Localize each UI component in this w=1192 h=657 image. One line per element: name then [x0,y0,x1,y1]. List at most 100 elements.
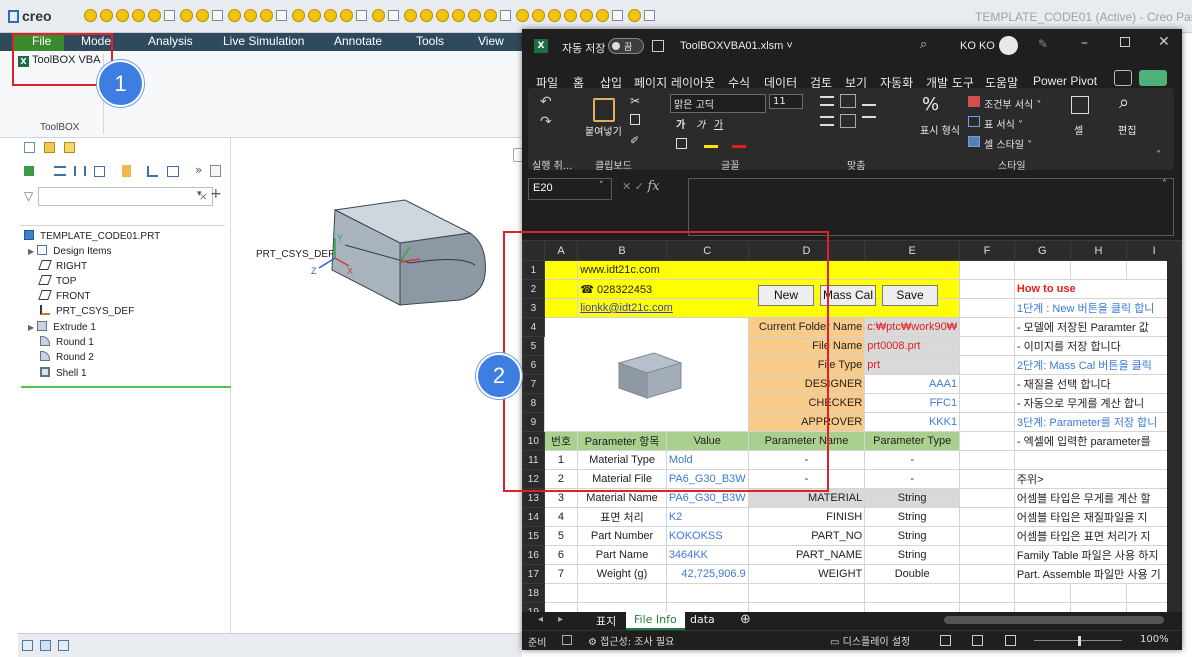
param-type[interactable]: - [864,450,961,470]
cell[interactable] [1069,260,1128,280]
toolbar-icon[interactable] [212,10,223,21]
tab-power-pivot[interactable]: Power Pivot [1033,74,1097,88]
folder-browser-tab-icon[interactable] [44,142,55,153]
howto-line[interactable]: 어셈블 타입은 재질파일을 지 [1013,507,1182,527]
param-name[interactable]: PART_NAME [747,545,866,565]
info-value[interactable]: KKK1 [864,412,961,432]
align-top-icon[interactable] [820,96,834,106]
save-icon[interactable] [652,40,664,52]
smiley-icon[interactable] [260,9,273,22]
smiley-icon[interactable] [628,9,641,22]
smiley-icon[interactable] [548,9,561,22]
page-layout-view-icon[interactable] [972,635,983,646]
italic-icon[interactable]: 가 [696,116,705,131]
horizontal-scrollbar[interactable] [944,616,1164,624]
align-left-icon[interactable] [820,116,834,126]
maximize-icon[interactable] [1120,37,1130,47]
cell[interactable] [959,583,1015,603]
smiley-icon[interactable] [116,9,129,22]
howto-line[interactable]: Family Table 파일은 사용 하지 [1013,545,1182,565]
file-name[interactable]: ToolBOXVBA01.xlsm ˅ [680,40,793,52]
column-header[interactable]: G [1013,240,1071,261]
cell[interactable] [959,412,1015,432]
expand-arrow-icon[interactable]: ▶ [28,247,34,256]
bold-icon[interactable]: 가 [676,116,685,131]
info-value[interactable]: FFC1 [864,393,961,413]
expand-formula-icon[interactable]: ˄ [1162,179,1167,190]
cell[interactable] [665,602,749,612]
smiley-icon[interactable] [564,9,577,22]
format-painter-icon[interactable]: ✐ [630,134,639,147]
border-icon[interactable] [676,138,687,149]
magnify-icon[interactable]: ⌕ [1119,92,1129,113]
cancel-check-icons[interactable]: ✕ ✓ [622,180,647,193]
cell[interactable] [959,526,1015,546]
smiley-icon[interactable] [468,9,481,22]
info-value[interactable]: AAA1 [864,374,961,394]
cell[interactable] [959,450,1015,470]
model-tree-tab-icon[interactable] [24,142,35,153]
table-format-button[interactable]: 표 서식 ˅ [984,116,1023,131]
row-header[interactable]: 15 [522,526,545,546]
menu-live-simulation[interactable]: Live Simulation [223,34,304,48]
param-no[interactable]: 5 [543,526,579,546]
howto-line[interactable]: 어셈블 타입은 표면 처리가 지 [1013,526,1182,546]
cell[interactable] [1013,583,1071,603]
smiley-icon[interactable] [372,9,385,22]
favorites-tab-icon[interactable] [64,142,75,153]
smiley-icon[interactable] [84,9,97,22]
cell[interactable] [959,507,1015,527]
cell[interactable] [1069,602,1128,612]
minimize-icon[interactable]: – [1081,35,1088,51]
tree-item-design-items[interactable]: ▶ Design Items [28,245,112,257]
column-header[interactable]: E [864,240,961,261]
tree-filter-icon[interactable] [94,166,105,177]
row-header[interactable]: 16 [522,545,545,565]
cell[interactable] [959,355,1015,375]
howto-line[interactable]: - 이미지를 저장 합니다 [1013,336,1182,356]
cell[interactable] [959,317,1015,337]
redo-icon[interactable]: ↷ [540,114,552,130]
howto-line[interactable]: - 모델에 저장된 Paramter 값 [1013,317,1182,337]
font-size-select[interactable]: 11 [769,94,803,109]
status-icon[interactable] [58,640,69,651]
sheet-tab-data[interactable]: data [690,613,715,626]
howto-line[interactable] [1013,450,1182,470]
smiley-icon[interactable] [340,9,353,22]
row-header[interactable]: 14 [522,507,545,527]
cell[interactable] [747,583,866,603]
tree-page-icon[interactable] [210,165,221,177]
column-header[interactable]: I [1126,240,1182,261]
info-value[interactable]: prt [864,355,961,375]
param-value[interactable]: KOKOKSS [665,526,749,546]
param-name[interactable]: PART_NO [747,526,866,546]
next-sheet-icon[interactable]: ▸ [558,614,563,625]
smiley-icon[interactable] [324,9,337,22]
prev-sheet-icon[interactable]: ◂ [538,614,543,625]
add-filter-icon[interactable]: + [210,186,222,202]
row-header[interactable]: 17 [522,564,545,584]
smiley-icon[interactable] [516,9,529,22]
column-header[interactable]: H [1069,240,1128,261]
tree-search-input[interactable]: × [38,187,213,206]
cell[interactable] [959,469,1015,489]
tree-show-icon[interactable] [24,166,34,176]
tree-item-front[interactable]: FRONT [38,290,90,302]
comments-icon[interactable] [1114,70,1132,86]
cell[interactable] [1013,602,1071,612]
number-format-label[interactable]: 표시 형식 [920,122,960,137]
smiley-icon[interactable] [148,9,161,22]
cell-style-button[interactable]: 셀 스타일 ˅ [984,136,1032,151]
cell[interactable] [864,583,961,603]
smiley-icon[interactable] [596,9,609,22]
cell[interactable] [959,545,1015,565]
paste-label[interactable]: 붙여넣기 [585,123,622,138]
tree-columns-icon[interactable] [74,166,86,176]
cell[interactable] [665,583,749,603]
param-type[interactable]: String [864,545,961,565]
smiley-icon[interactable] [484,9,497,22]
toolbar-icon[interactable] [276,10,287,21]
param-value[interactable]: 3464KK [665,545,749,565]
tree-sort-icon[interactable] [147,166,158,177]
howto-step[interactable]: 2단계: Mass Cal 버튼을 클릭 [1013,355,1182,375]
